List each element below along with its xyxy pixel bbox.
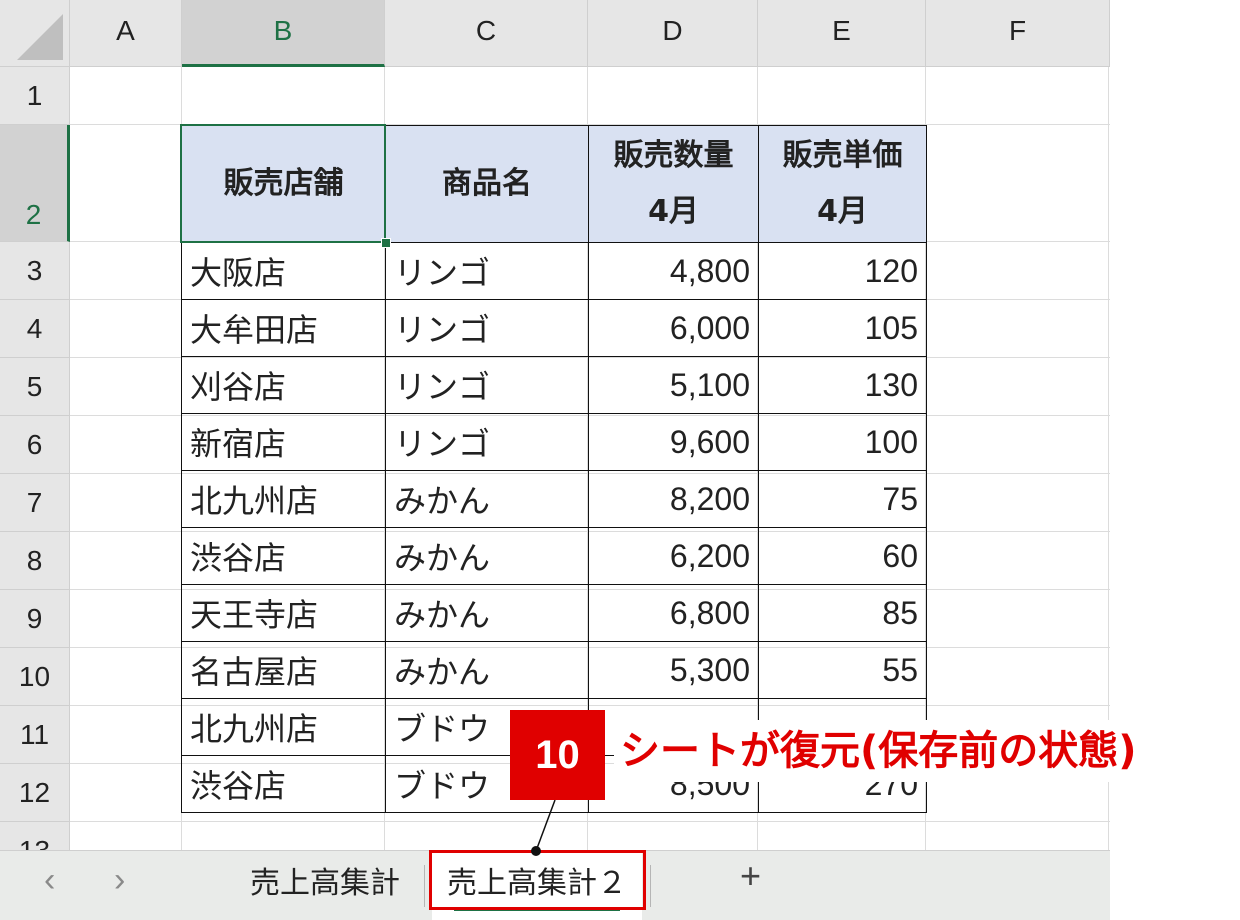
row-header-4[interactable]: 4 xyxy=(0,300,70,358)
column-header-c[interactable]: C xyxy=(385,0,588,67)
column-header-f[interactable]: F xyxy=(926,0,1110,67)
cell-product[interactable]: みかん xyxy=(385,470,589,528)
table-row: 大阪店 リンゴ 4,800 120 xyxy=(181,242,927,300)
cell-price[interactable]: 75 xyxy=(758,470,927,528)
cell-store[interactable]: 新宿店 xyxy=(181,413,386,471)
cell-qty[interactable]: 6,000 xyxy=(588,299,759,357)
cell-qty[interactable]: 6,200 xyxy=(588,527,759,585)
select-all-triangle-icon xyxy=(17,14,63,60)
select-all-button[interactable] xyxy=(0,0,70,67)
cell-qty[interactable]: 9,600 xyxy=(588,413,759,471)
cell-qty[interactable]: 5,100 xyxy=(588,356,759,414)
cell-store[interactable]: 北九州店 xyxy=(181,470,386,528)
gridline xyxy=(70,821,1110,822)
cell-product[interactable]: リンゴ xyxy=(385,242,589,300)
cell-price[interactable]: 100 xyxy=(758,413,927,471)
tab-sheet-1[interactable]: 売上高集計 xyxy=(230,851,420,920)
row-header-7[interactable]: 7 xyxy=(0,474,70,532)
cell-price[interactable]: 105 xyxy=(758,299,927,357)
header-price-line2: 4月 xyxy=(817,194,868,229)
cell-store[interactable]: 名古屋店 xyxy=(181,641,386,699)
table-row: 刈谷店 リンゴ 5,100 130 xyxy=(181,356,927,414)
header-cell-price[interactable]: 販売単価 4月 xyxy=(758,125,927,243)
row-header-3[interactable]: 3 xyxy=(0,242,70,300)
cell-qty[interactable]: 8,200 xyxy=(588,470,759,528)
active-tab-underline xyxy=(454,907,620,911)
table-row: 渋谷店 みかん 6,200 60 xyxy=(181,527,927,585)
cell-store[interactable]: 北九州店 xyxy=(181,698,386,756)
cell-product[interactable]: みかん xyxy=(385,641,589,699)
column-header-e[interactable]: E xyxy=(758,0,926,67)
column-header-a[interactable]: A xyxy=(70,0,182,67)
next-sheet-icon[interactable]: › xyxy=(114,861,125,900)
cell-product[interactable]: リンゴ xyxy=(385,299,589,357)
row-header-10[interactable]: 10 xyxy=(0,648,70,706)
prev-sheet-icon[interactable]: ‹ xyxy=(44,861,55,900)
header-price-line1: 販売単価 xyxy=(782,138,903,173)
tab-sheet-2-label: 売上高集計２ xyxy=(447,866,627,901)
cell-store[interactable]: 大牟田店 xyxy=(181,299,386,357)
header-qty-line2: 4月 xyxy=(648,194,699,229)
column-header-d[interactable]: D xyxy=(588,0,758,67)
cell-store[interactable]: 刈谷店 xyxy=(181,356,386,414)
cell-price[interactable]: 120 xyxy=(758,242,927,300)
cell-store[interactable]: 渋谷店 xyxy=(181,755,386,813)
cell-product[interactable]: リンゴ xyxy=(385,356,589,414)
callout-number-badge: 10 xyxy=(510,710,605,800)
table-header-row: 販売店舗 商品名 販売数量 4月 販売単価 4月 xyxy=(181,125,927,243)
cell-store[interactable]: 大阪店 xyxy=(181,242,386,300)
table-row: 新宿店 リンゴ 9,600 100 xyxy=(181,413,927,471)
header-cell-product[interactable]: 商品名 xyxy=(385,125,589,243)
tab-divider xyxy=(650,865,651,907)
fill-handle[interactable] xyxy=(381,238,391,248)
table-row: 大牟田店 リンゴ 6,000 105 xyxy=(181,299,927,357)
table-row: 天王寺店 みかん 6,800 85 xyxy=(181,584,927,642)
add-sheet-button[interactable]: + xyxy=(740,855,761,897)
header-cell-store[interactable]: 販売店舗 xyxy=(181,125,386,243)
cell-price[interactable]: 60 xyxy=(758,527,927,585)
column-header-b[interactable]: B xyxy=(182,0,385,67)
row-header-8[interactable]: 8 xyxy=(0,532,70,590)
table-row: 北九州店 みかん 8,200 75 xyxy=(181,470,927,528)
callout-text: シートが復元(保存前の状態) xyxy=(614,720,1143,782)
sheet-tab-bar: ‹ › 売上高集計 売上高集計２ + xyxy=(0,850,1110,920)
row-header-2[interactable]: 2 xyxy=(0,125,70,242)
cell-product[interactable]: リンゴ xyxy=(385,413,589,471)
row-header-11[interactable]: 11 xyxy=(0,706,70,764)
gridline xyxy=(1108,67,1109,920)
tab-sheet-1-label: 売上高集計 xyxy=(250,866,400,901)
cell-qty[interactable]: 4,800 xyxy=(588,242,759,300)
cell-product[interactable]: みかん xyxy=(385,584,589,642)
row-header-5[interactable]: 5 xyxy=(0,358,70,416)
cell-price[interactable]: 55 xyxy=(758,641,927,699)
cell-qty[interactable]: 5,300 xyxy=(588,641,759,699)
table-row: 名古屋店 みかん 5,300 55 xyxy=(181,641,927,699)
row-header-12[interactable]: 12 xyxy=(0,764,70,822)
tab-divider xyxy=(424,865,425,907)
row-header-1[interactable]: 1 xyxy=(0,67,70,125)
tab-sheet-2[interactable]: 売上高集計２ xyxy=(432,851,642,920)
header-cell-qty[interactable]: 販売数量 4月 xyxy=(588,125,759,243)
row-header-6[interactable]: 6 xyxy=(0,416,70,474)
cell-store[interactable]: 天王寺店 xyxy=(181,584,386,642)
row-header-9[interactable]: 9 xyxy=(0,590,70,648)
header-qty-line1: 販売数量 xyxy=(613,138,734,173)
cell-store[interactable]: 渋谷店 xyxy=(181,527,386,585)
cell-qty[interactable]: 6,800 xyxy=(588,584,759,642)
cell-price[interactable]: 85 xyxy=(758,584,927,642)
cell-price[interactable]: 130 xyxy=(758,356,927,414)
cell-product[interactable]: みかん xyxy=(385,527,589,585)
